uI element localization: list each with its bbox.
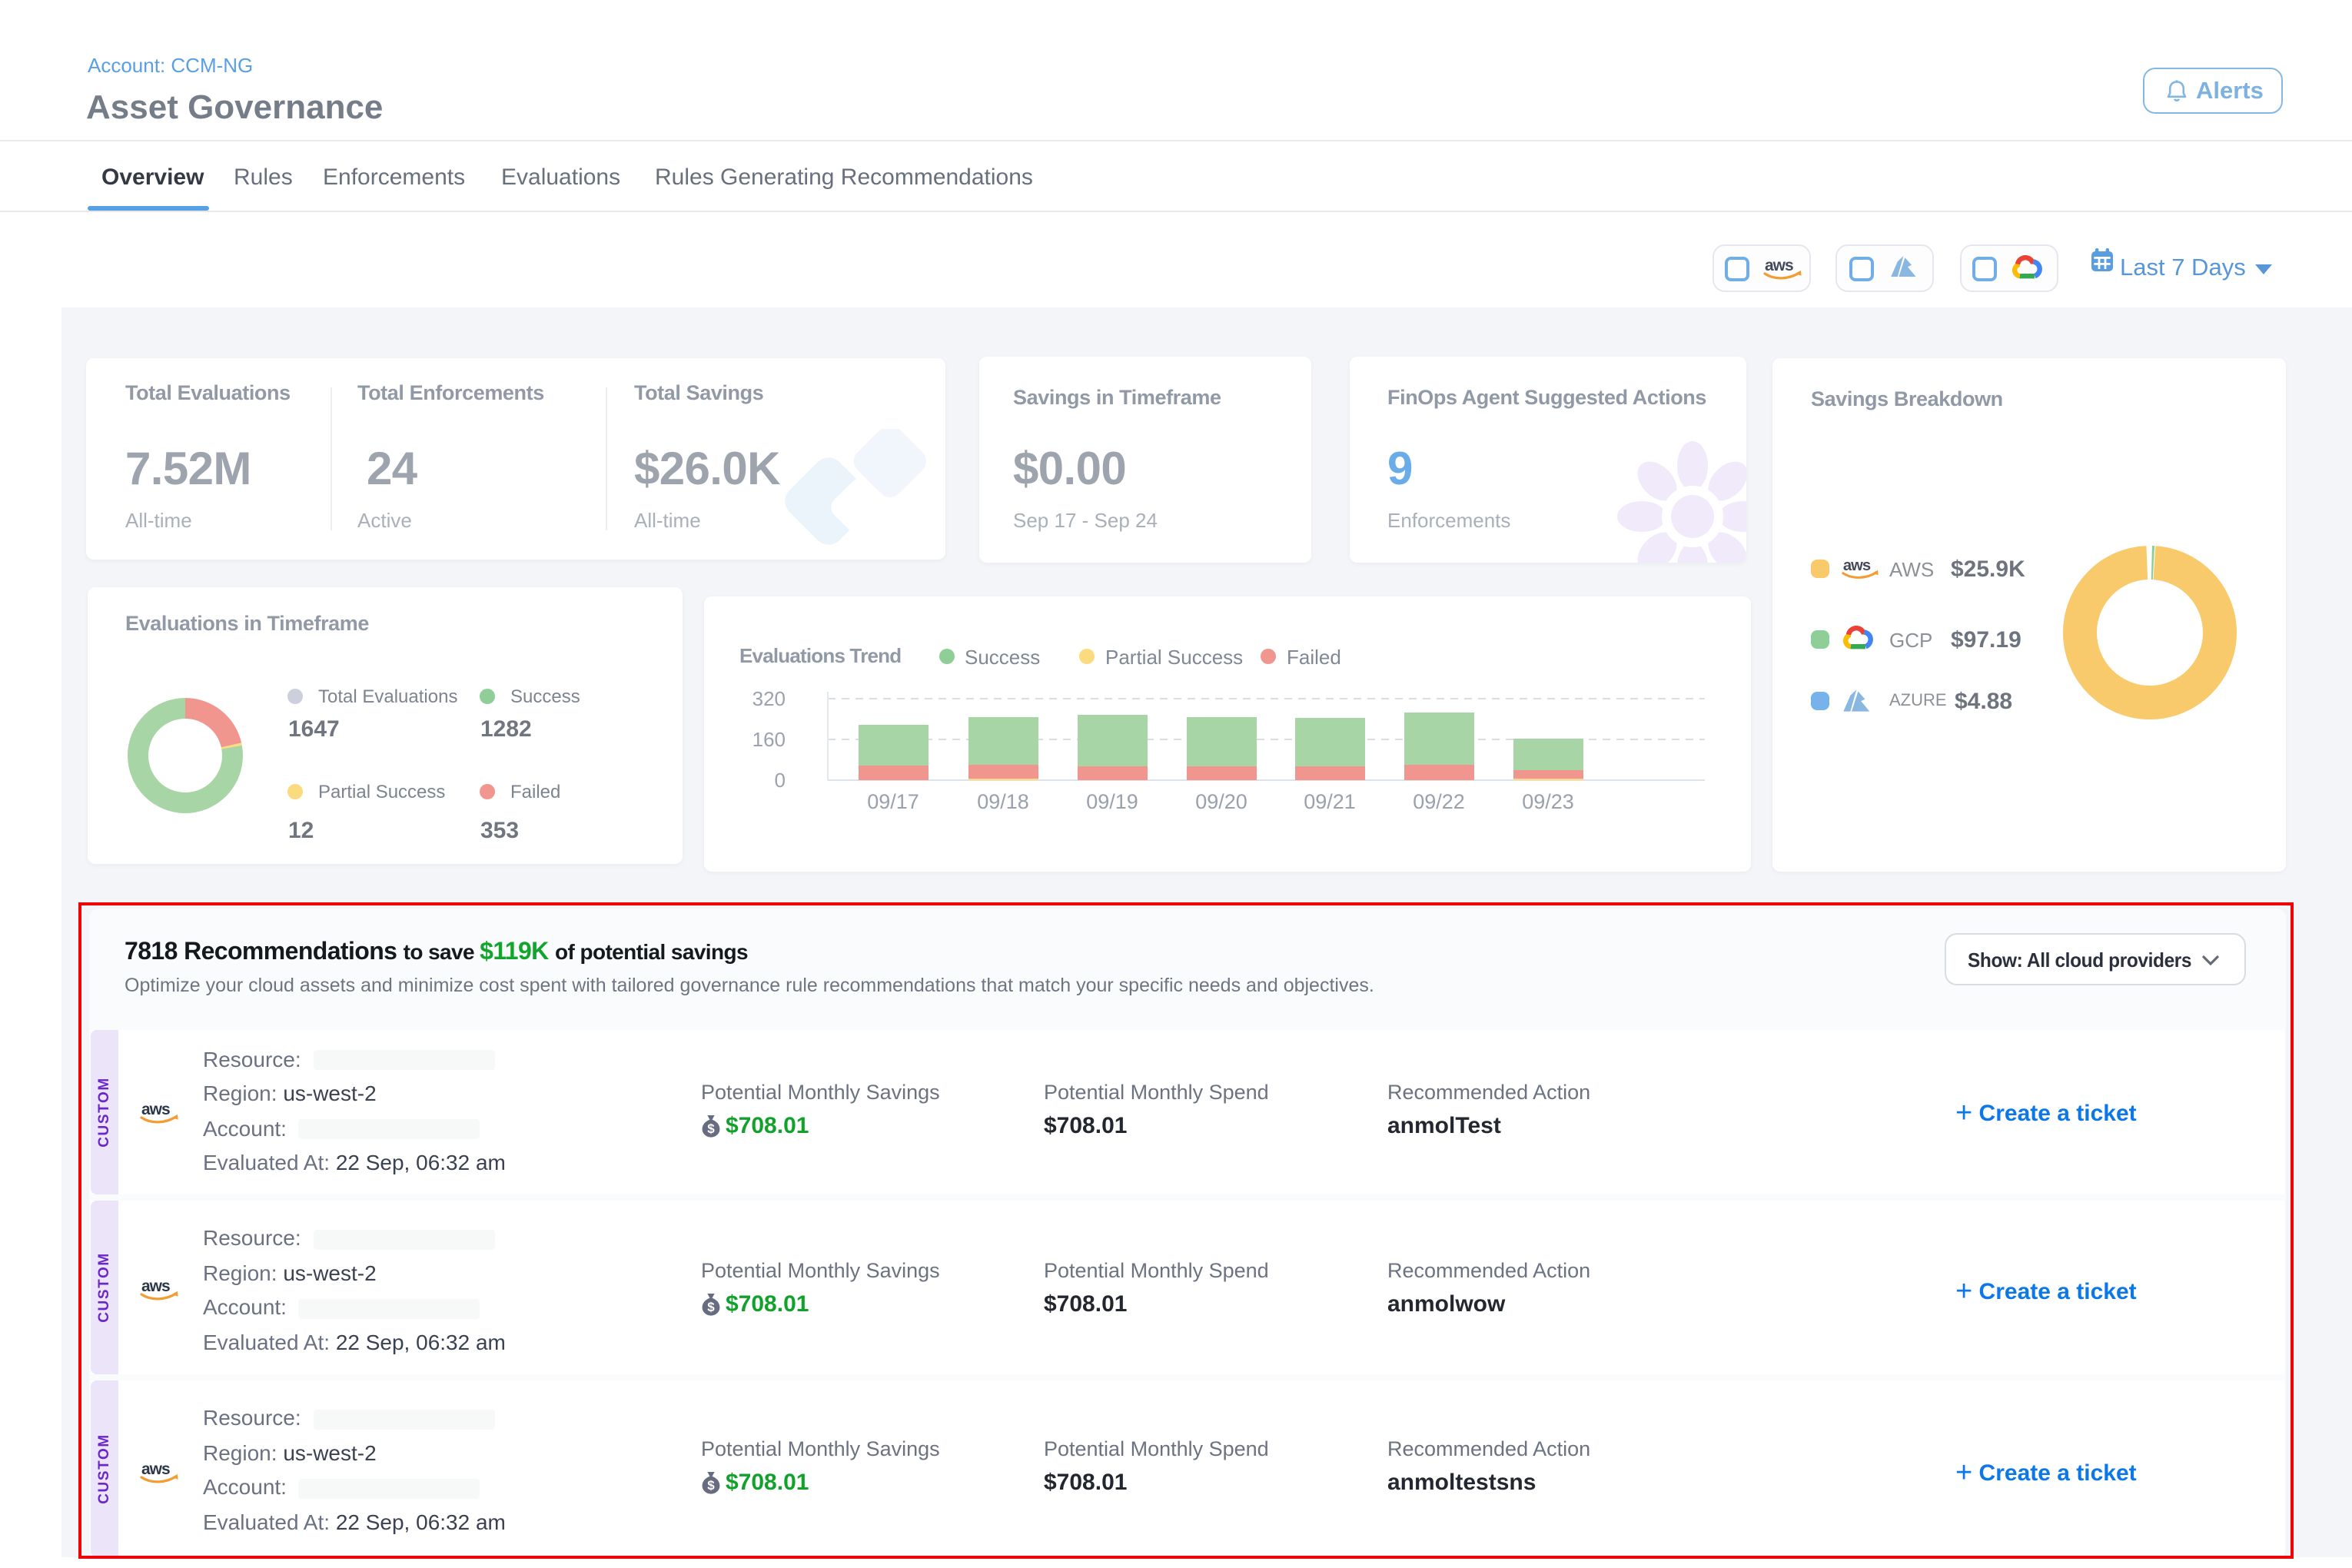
svg-text:09/22: 09/22 xyxy=(1412,790,1464,813)
svg-text:09/21: 09/21 xyxy=(1303,790,1355,813)
svg-text:aws: aws xyxy=(1843,557,1871,574)
svg-text:0: 0 xyxy=(774,769,785,792)
svg-text:160: 160 xyxy=(752,728,785,751)
svg-text:320: 320 xyxy=(752,687,785,710)
svg-text:09/23: 09/23 xyxy=(1521,790,1573,813)
svg-text:09/19: 09/19 xyxy=(1085,790,1138,813)
svg-text:aws: aws xyxy=(1765,257,1793,274)
svg-text:09/18: 09/18 xyxy=(976,790,1028,813)
svg-text:09/20: 09/20 xyxy=(1194,790,1247,813)
svg-text:09/17: 09/17 xyxy=(866,790,919,813)
